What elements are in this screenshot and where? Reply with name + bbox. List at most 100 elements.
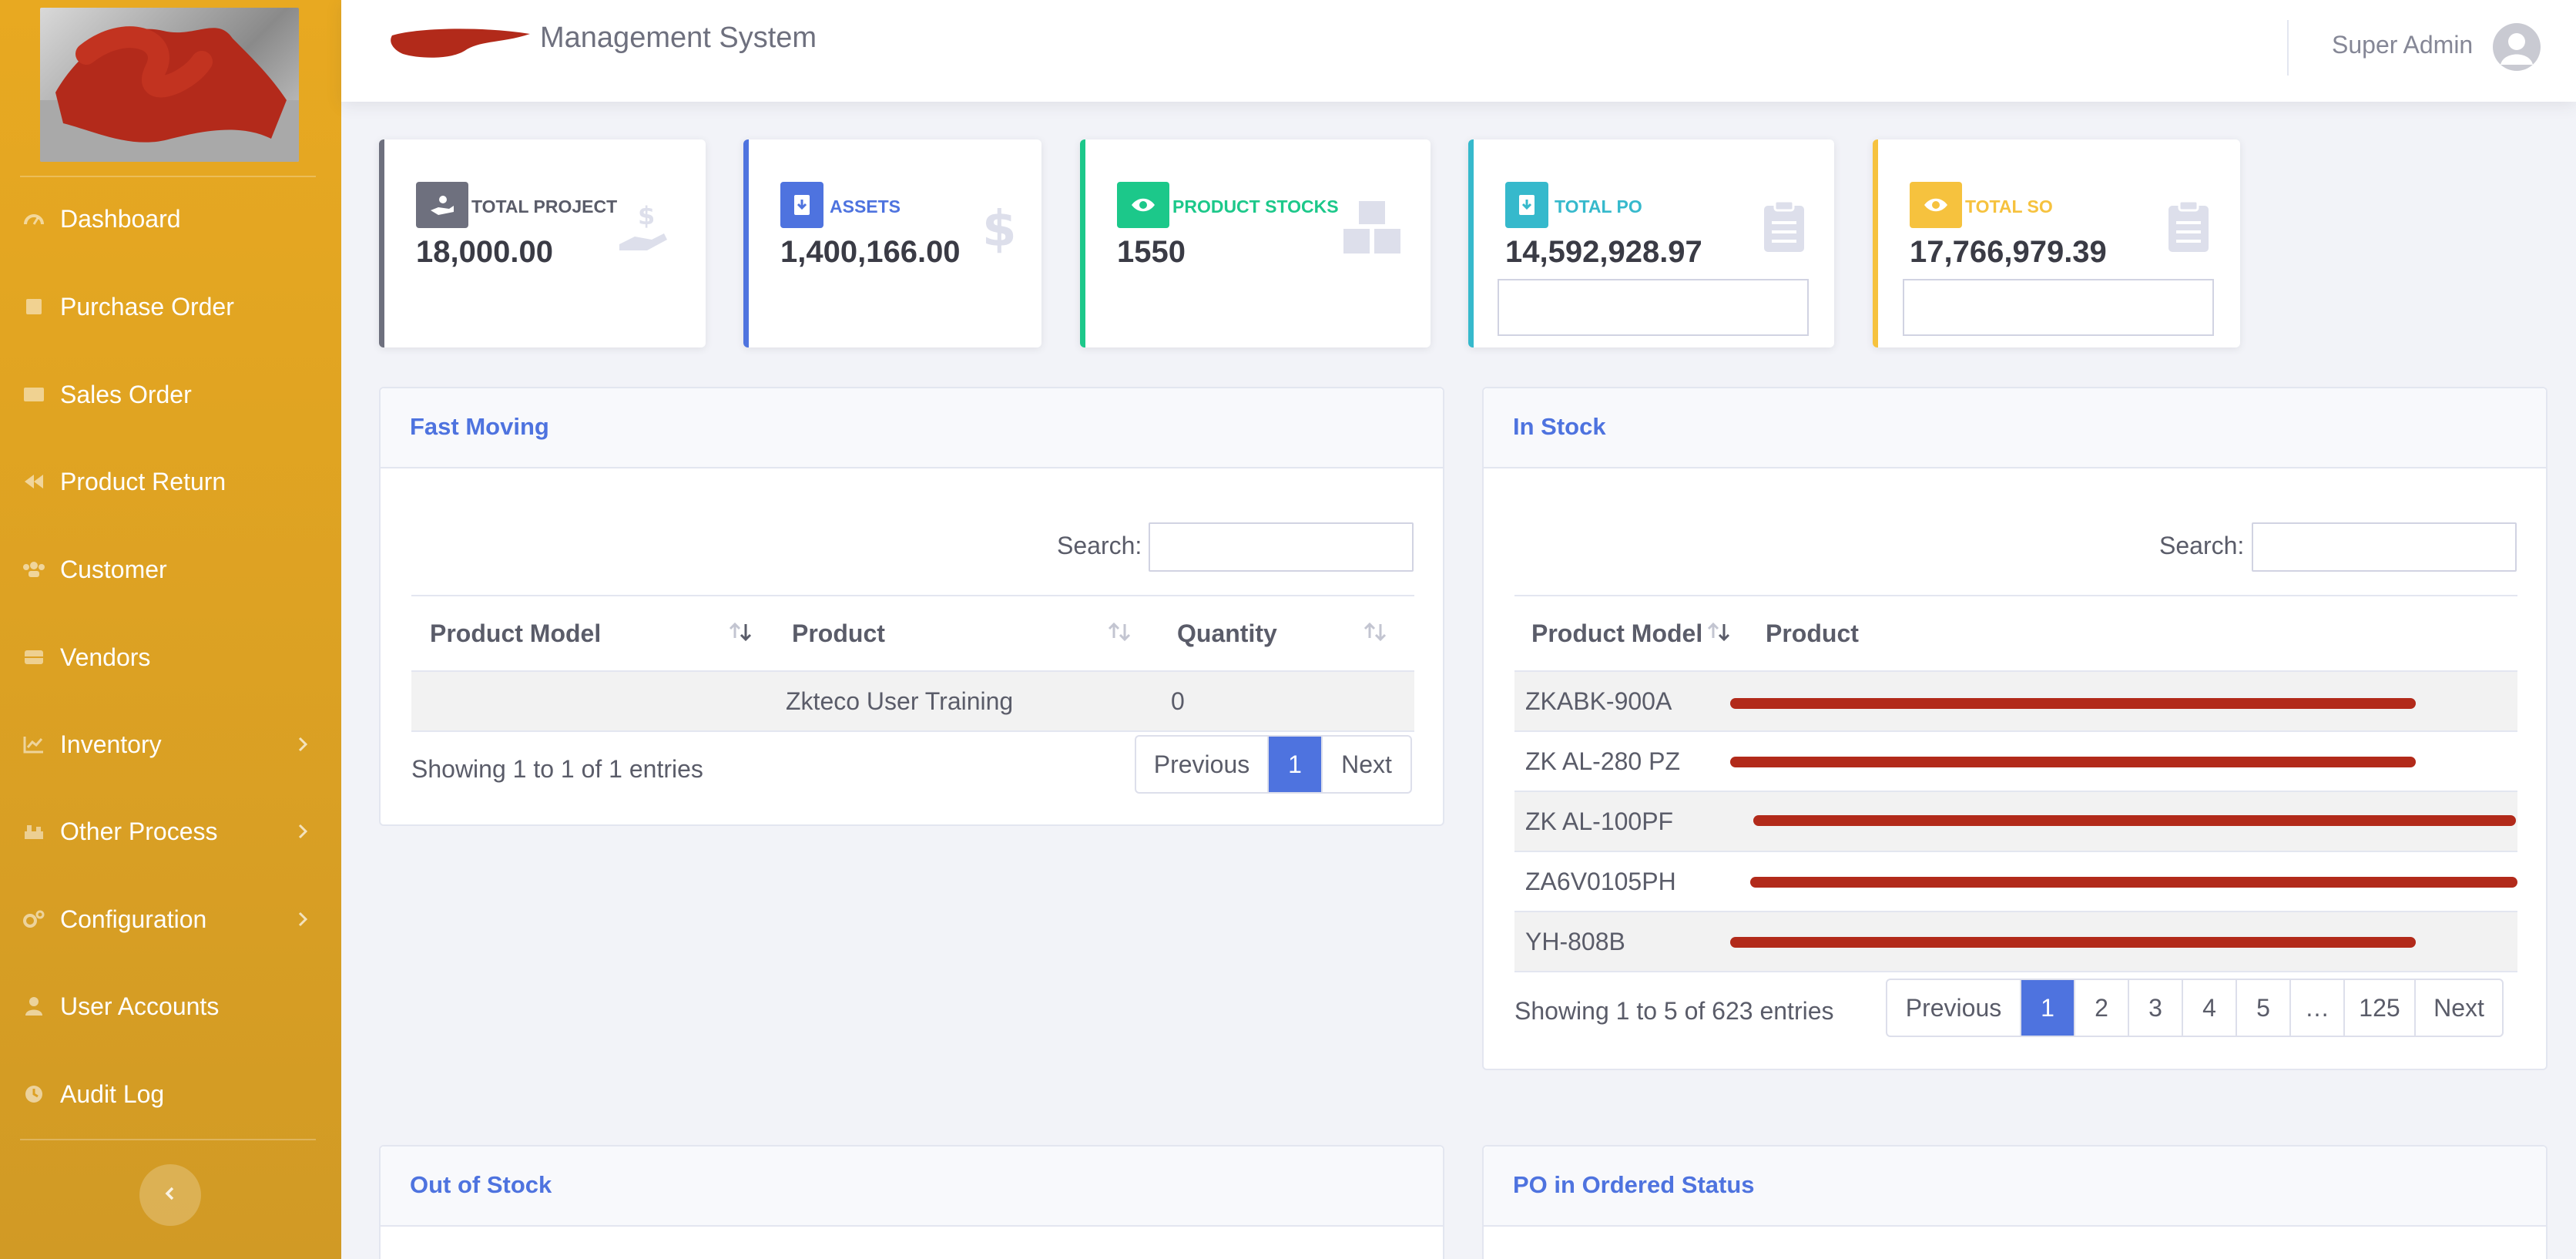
sidebar: Dashboard Purchase Order Sales Order Pro… [0,0,341,1259]
sidebar-item-user-accounts[interactable]: User Accounts [0,975,341,1037]
sidebar-item-purchase-order[interactable]: Purchase Order [0,276,341,337]
column-header-quantity[interactable]: Quantity [1177,619,1277,648]
file-download-icon [780,182,823,228]
pagination-next-button[interactable]: Next [2416,980,2502,1036]
table-row[interactable]: Zkteco User Training 0 [411,672,1414,732]
eye-icon [1117,182,1169,228]
redaction-mark [1750,877,2517,888]
out-of-stock-panel: Out of Stock [379,1145,1444,1259]
user-name[interactable]: Super Admin [2332,31,2473,59]
table-row[interactable]: ZK AL-280 PZ [1514,732,2517,792]
sort-icon[interactable] [726,618,756,649]
sort-icon[interactable] [1360,618,1391,649]
table-header: Product Model Product Quantity [411,595,1414,672]
clipboard-list-icon [1761,200,1815,253]
stat-card-total-project: TOTAL PROJECT 18,000.00 $ [379,139,706,347]
stat-card-assets: ASSETS 1,400,166.00 $ [743,139,1041,347]
card-accent [1468,139,1474,347]
table-row[interactable]: YH-808B [1514,912,2517,972]
product-return-icon [22,469,46,494]
panel-header: PO in Ordered Status [1484,1147,2546,1227]
eye-icon [1910,182,1962,228]
po-filter-input[interactable] [1498,279,1809,336]
pagination-previous-button[interactable]: Previous [1136,737,1269,792]
pagination-page-button[interactable]: 1 [2021,980,2075,1036]
sidebar-item-label: Product Return [60,467,226,495]
sidebar-item-label: Purchase Order [60,292,234,321]
table-info: Showing 1 to 5 of 623 entries [1514,997,1834,1025]
po-ordered-status-panel: PO in Ordered Status [1482,1145,2547,1259]
redaction-mark [1753,815,2516,826]
sidebar-item-inventory[interactable]: Inventory [0,713,341,775]
pagination-page-button[interactable]: 3 [2129,980,2183,1036]
pagination-next-button[interactable]: Next [1323,737,1410,792]
panel-title: Out of Stock [410,1171,552,1198]
cell-product-model: ZK AL-280 PZ [1525,747,1680,775]
sidebar-item-label: Dashboard [60,204,181,233]
search-input[interactable] [1149,522,1414,572]
table-row[interactable]: ZKABK-900A [1514,672,2517,732]
panel-header: Out of Stock [381,1147,1443,1227]
column-header-product-model[interactable]: Product Model [430,619,601,648]
cell-product-model: ZKABK-900A [1525,687,1672,715]
sidebar-item-vendors[interactable]: Vendors [0,626,341,688]
search-label: Search: [1057,532,1142,559]
pagination-page-button[interactable]: 5 [2237,980,2291,1036]
sidebar-item-label: Customer [60,555,167,583]
pagination: Previous 1 Next [1135,735,1412,794]
stat-label: TOTAL PROJECT [471,196,618,217]
stat-value: 17,766,979.39 [1910,235,2107,269]
configuration-icon [22,907,46,932]
pagination-page-button[interactable]: 1 [1269,737,1323,792]
pagination-page-button[interactable]: 4 [2183,980,2237,1036]
pagination-previous-button[interactable]: Previous [1887,980,2021,1036]
pagination-page-button[interactable]: 125 [2345,980,2416,1036]
sidebar-item-audit-log[interactable]: Audit Log [0,1063,341,1125]
card-accent [1873,139,1878,347]
svg-text:$: $ [638,201,655,230]
pagination-page-button[interactable]: 2 [2075,980,2129,1036]
sidebar-divider [20,176,316,177]
sidebar-item-label: Sales Order [60,380,192,408]
column-header-product[interactable]: Product [1766,619,1859,648]
sidebar-item-configuration[interactable]: Configuration [0,888,341,950]
file-download-icon [1505,182,1548,228]
cell-product-model: ZK AL-100PF [1525,807,1674,835]
stat-value: 1,400,166.00 [780,235,961,269]
so-filter-input[interactable] [1903,279,2214,336]
panel-title: In Stock [1513,413,1606,440]
sort-icon[interactable] [1105,618,1135,649]
sidebar-item-label: Vendors [60,643,151,671]
stat-card-product-stocks: PRODUCT STOCKS 1550 [1080,139,1431,347]
pagination-ellipsis: … [2291,980,2345,1036]
sort-icon[interactable] [1704,618,1735,649]
stat-label: TOTAL PO [1555,196,1642,217]
sidebar-item-dashboard[interactable]: Dashboard [0,188,341,250]
panel-title: Fast Moving [410,413,549,440]
user-accounts-icon [22,994,46,1019]
topbar: Management System Super Admin [341,0,2576,102]
clipboard-list-icon [2165,200,2219,253]
table-row[interactable]: ZA6V0105PH [1514,852,2517,912]
column-header-product[interactable]: Product [792,619,885,648]
sidebar-toggle-button[interactable] [139,1164,201,1226]
avatar[interactable] [2493,23,2541,71]
sidebar-item-other-process[interactable]: Other Process [0,801,341,862]
sidebar-item-customer[interactable]: Customer [0,539,341,600]
purchase-order-icon [22,294,46,319]
company-logo[interactable] [40,8,299,162]
sidebar-item-product-return[interactable]: Product Return [0,451,341,512]
sidebar-item-sales-order[interactable]: Sales Order [0,364,341,425]
fast-moving-panel: Fast Moving Search: Product Model Produc… [379,387,1444,826]
table-header: Product Model Product [1514,595,2517,672]
customer-icon [22,557,46,582]
stat-label: TOTAL SO [1965,196,2053,217]
hand-holding-icon [416,182,468,228]
stat-value: 1550 [1117,235,1186,269]
search-input[interactable] [2252,522,2517,572]
topbar-divider [2287,20,2289,76]
stat-label: ASSETS [830,196,901,217]
table-row[interactable]: ZK AL-100PF [1514,792,2517,852]
column-header-product-model[interactable]: Product Model [1531,619,1702,648]
dollar-sign-icon: $ [974,201,1028,258]
